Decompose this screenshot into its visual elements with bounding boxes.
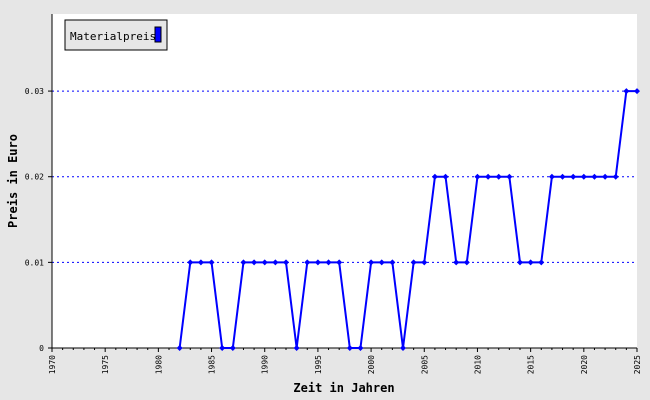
x-tick-label: 2025 [633,355,642,374]
x-tick-label: 1980 [154,355,163,374]
x-tick-label: 1990 [261,355,270,374]
x-tick-label: 2010 [473,355,482,374]
x-tick-label: 1985 [208,355,217,374]
y-tick-label: 0 [39,344,44,353]
x-axis-label: Zeit in Jahren [293,381,394,395]
y-tick-label: 0.02 [25,173,44,182]
legend-swatch [154,26,162,43]
y-tick-label: 0.01 [25,258,44,267]
x-tick-label: 2020 [580,355,589,374]
x-tick-label: 2000 [367,355,376,374]
x-tick-label: 1970 [48,355,57,374]
y-axis-label: Preis in Euro [6,134,20,228]
legend-label: Materialpreis [70,30,156,43]
x-tick-label: 2005 [420,355,429,374]
x-tick-label: 2015 [527,355,536,374]
y-tick-label: 0.03 [25,87,44,96]
line-chart: 0 0.01 0.02 0.03 1970 1975 1980 1985 1990 1995 200… [0,0,650,400]
x-tick-label: 1975 [101,355,110,374]
x-tick-label: 1995 [314,355,323,374]
legend: Materialpreis [64,19,168,51]
